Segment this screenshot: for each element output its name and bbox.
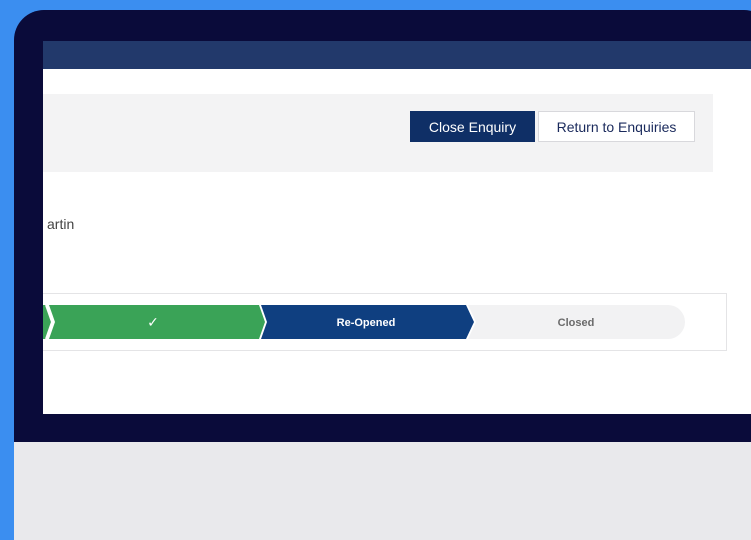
top-navigation-bar xyxy=(43,41,751,69)
status-stepper: ✓ Re-Opened Closed xyxy=(43,305,685,339)
app-screen: Close Enquiry Return to Enquiries artin … xyxy=(43,41,751,414)
return-to-enquiries-button[interactable]: Return to Enquiries xyxy=(538,111,695,142)
status-progress-bar: ✓ Re-Opened Closed xyxy=(43,293,727,351)
monitor-frame: Close Enquiry Return to Enquiries artin … xyxy=(14,10,751,540)
close-enquiry-button[interactable]: Close Enquiry xyxy=(410,111,535,142)
contact-name-text: artin xyxy=(47,216,75,232)
step-3-label: Re-Opened xyxy=(337,317,396,329)
step-2-check-icon: ✓ xyxy=(147,315,159,331)
step-4-label: Closed xyxy=(558,317,595,329)
monitor-chin xyxy=(14,442,751,540)
